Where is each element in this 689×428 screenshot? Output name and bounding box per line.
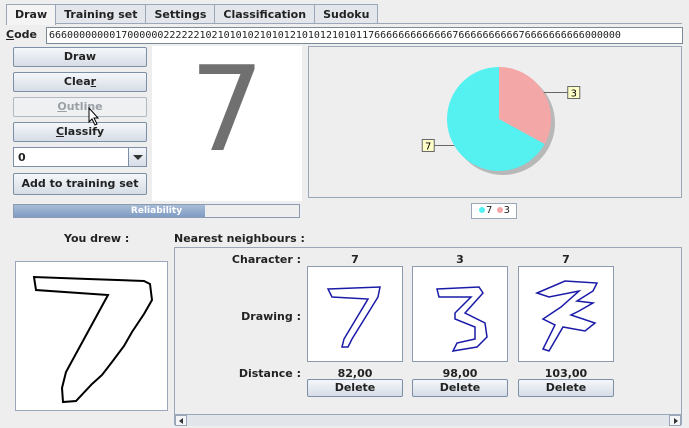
tab-settings[interactable]: Settings xyxy=(145,4,216,24)
pie-label-3: 3 xyxy=(571,89,577,100)
draw-button[interactable]: Draw xyxy=(13,47,147,67)
reliability-bar: Reliability xyxy=(13,204,300,218)
you-drew-label: You drew : xyxy=(64,232,130,245)
neighbour-drawing xyxy=(518,266,614,362)
chevron-down-icon[interactable] xyxy=(128,148,146,166)
delete-neighbour-button[interactable]: Delete xyxy=(518,379,614,397)
delete-neighbour-button[interactable]: Delete xyxy=(412,379,508,397)
scroll-left-icon[interactable] xyxy=(175,415,187,426)
add-to-training-set-button[interactable]: Add to training set xyxy=(13,173,147,195)
user-drawing xyxy=(32,275,154,404)
character-row-label: Character : xyxy=(231,253,301,266)
horizontal-scrollbar[interactable] xyxy=(175,414,681,426)
clear-button[interactable]: Clear xyxy=(13,72,147,92)
code-label: Code xyxy=(6,28,37,41)
legend-label-7: 7 xyxy=(486,205,493,216)
legend-label-3: 3 xyxy=(503,205,510,216)
outline-button[interactable]: Outline xyxy=(13,97,147,117)
neighbour-drawing xyxy=(307,266,403,362)
legend-dot-7 xyxy=(479,207,486,213)
neighbour-drawing-3 xyxy=(436,286,488,352)
neighbour-character: 3 xyxy=(456,253,464,266)
drawing-canvas[interactable] xyxy=(15,261,168,411)
class-select-value: 0 xyxy=(18,151,26,164)
pie-legend: 7 3 xyxy=(471,203,517,219)
neighbour-character: 7 xyxy=(562,253,570,266)
neighbour-character: 7 xyxy=(351,253,359,266)
class-select[interactable]: 0 xyxy=(13,147,147,167)
pie-label-7: 7 xyxy=(425,141,431,152)
nearest-neighbours-panel: Character : Drawing : Distance : 7 82,00… xyxy=(174,247,682,425)
recognized-digit: 7 xyxy=(189,40,265,178)
tab-draw[interactable]: Draw xyxy=(6,4,57,25)
tab-divider xyxy=(6,23,682,24)
nearest-neighbours-title: Nearest neighbours : xyxy=(174,232,305,245)
pie-chart: 37 xyxy=(421,67,581,175)
neighbour-drawing-7b xyxy=(534,280,599,352)
mouse-cursor-icon xyxy=(88,107,100,126)
scroll-right-icon[interactable] xyxy=(669,415,681,426)
neighbour-drawing-7 xyxy=(326,286,381,348)
tab-sudoku[interactable]: Sudoku xyxy=(314,4,379,24)
classify-button[interactable]: Classify xyxy=(13,122,147,142)
neighbour-drawing xyxy=(412,266,508,362)
code-field[interactable]: 6660000000017000000222222102101010210101… xyxy=(46,27,683,44)
drawing-row-label: Drawing : xyxy=(241,310,301,323)
distance-row-label: Distance : xyxy=(238,367,301,380)
legend-dot-3 xyxy=(496,207,503,213)
tab-classification[interactable]: Classification xyxy=(214,4,316,24)
pie-chart-panel: 37 xyxy=(308,46,682,198)
tab-training-set[interactable]: Training set xyxy=(55,4,147,24)
recognized-digit-panel: 7 xyxy=(152,40,302,201)
tab-bar: Draw Training set Settings Classificatio… xyxy=(6,4,379,25)
reliability-label: Reliability xyxy=(130,206,183,216)
delete-neighbour-button[interactable]: Delete xyxy=(307,379,403,397)
